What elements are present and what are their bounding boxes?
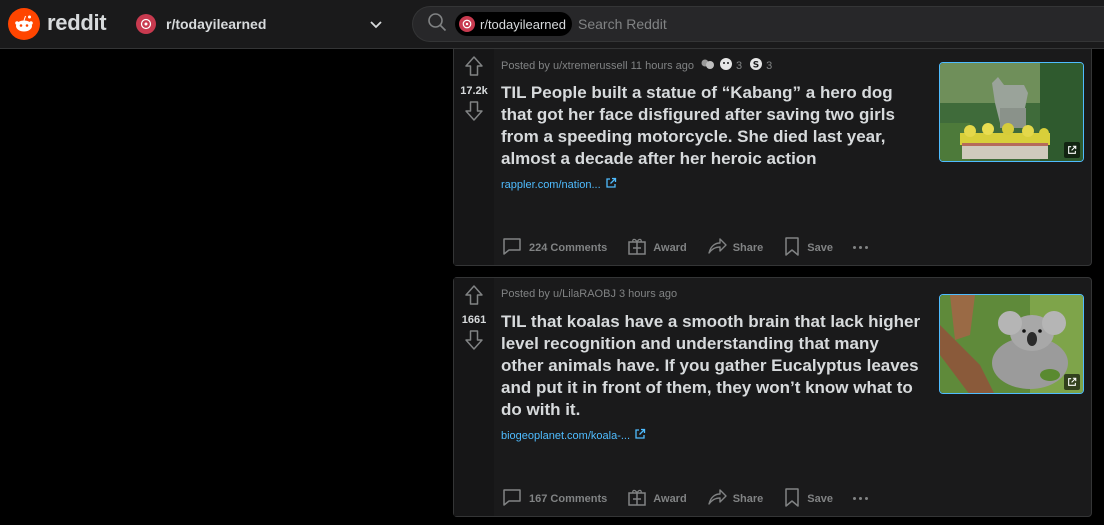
reddit-wordmark[interactable]: reddit [47, 10, 107, 36]
comments-label: 224 Comments [529, 241, 608, 254]
vote-column: 1661 [454, 278, 494, 516]
external-link-icon [1064, 142, 1080, 158]
bookmark-icon [783, 236, 801, 259]
wholesome-award-icon [719, 57, 733, 74]
community-dropdown[interactable]: r/todayilearned [128, 6, 394, 42]
search-icon [427, 12, 447, 37]
subreddit-icon [459, 16, 475, 32]
search-input[interactable] [578, 16, 978, 32]
share-label: Share [732, 492, 764, 505]
save-label: Save [807, 241, 833, 254]
awards[interactable]: 3 S 3 [700, 57, 776, 74]
post-actions: 167 Comments Award Share Save [501, 487, 868, 510]
more-options-icon[interactable] [852, 497, 868, 500]
award-button[interactable]: Award [627, 487, 687, 510]
more-options-icon[interactable] [852, 246, 868, 249]
post-meta-text[interactable]: Posted by u/xtremerussell 11 hours ago [501, 60, 694, 72]
post-link-text[interactable]: biogeoplanet.com/koala-... [501, 430, 630, 442]
helpful-award-icon [700, 57, 716, 74]
reddit-logo-icon[interactable] [8, 8, 40, 40]
subreddit-icon [136, 14, 156, 34]
share-button[interactable]: Share [707, 236, 764, 259]
comments-button[interactable]: 167 Comments [501, 487, 607, 510]
search-scope-label: r/todayilearned [480, 16, 566, 32]
award-label: Award [653, 492, 687, 505]
external-link-icon [605, 177, 617, 192]
comment-icon [501, 236, 523, 259]
share-button[interactable]: Share [707, 487, 764, 510]
downvote-icon[interactable] [464, 100, 484, 127]
top-bar: reddit r/todayilearned r/todayilearned [0, 0, 1104, 49]
external-link-icon [634, 428, 646, 443]
post-link[interactable]: rappler.com/nation... [501, 177, 617, 192]
comments-label: 167 Comments [529, 492, 608, 505]
dog-statue-thumbnail[interactable] [939, 62, 1084, 162]
save-label: Save [807, 492, 833, 505]
downvote-icon[interactable] [464, 329, 484, 356]
koala-thumbnail[interactable] [939, 294, 1084, 394]
award-count: 3 [736, 59, 743, 72]
gift-icon [627, 487, 647, 510]
save-button[interactable]: Save [783, 487, 833, 510]
post-meta: Posted by u/LilaRAOBJ 3 hours ago [501, 288, 677, 300]
award-button[interactable]: Award [627, 236, 687, 259]
vote-count: 17.2k [460, 85, 488, 97]
post-link-text[interactable]: rappler.com/nation... [501, 179, 601, 191]
post-card[interactable]: 17.2k Posted by u/xtremerussell 11 hours… [453, 49, 1092, 266]
post-meta-text[interactable]: Posted by u/LilaRAOBJ 3 hours ago [501, 288, 677, 300]
comment-icon [501, 487, 523, 510]
community-dropdown-label: r/todayilearned [166, 16, 267, 32]
external-link-icon [1064, 374, 1080, 390]
post-meta: Posted by u/xtremerussell 11 hours ago 3… [501, 57, 776, 74]
comments-button[interactable]: 224 Comments [501, 236, 607, 259]
award-count: 3 [766, 59, 773, 72]
chevron-down-icon [368, 16, 384, 37]
upvote-icon[interactable] [464, 284, 484, 311]
vote-column: 17.2k [454, 49, 494, 265]
gift-icon [627, 236, 647, 259]
save-button[interactable]: Save [783, 236, 833, 259]
upvote-icon[interactable] [464, 55, 484, 82]
post-actions: 224 Comments Award Share Save [501, 236, 868, 259]
vote-count: 1661 [461, 314, 487, 326]
award-label: Award [653, 241, 687, 254]
bookmark-icon [783, 487, 801, 510]
search-scope-chip[interactable]: r/todayilearned [455, 12, 572, 36]
share-icon [707, 236, 727, 259]
post-title[interactable]: TIL People built a statue of “Kabang” a … [501, 82, 921, 170]
svg-text:S: S [753, 61, 759, 71]
share-icon [707, 487, 727, 510]
post-title[interactable]: TIL that koalas have a smooth brain that… [501, 311, 921, 421]
post-link[interactable]: biogeoplanet.com/koala-... [501, 428, 646, 443]
share-label: Share [732, 241, 764, 254]
search-bar[interactable]: r/todayilearned [412, 6, 1104, 42]
silver-award-icon: S [749, 57, 763, 74]
post-card[interactable]: 1661 Posted by u/LilaRAOBJ 3 hours ago T… [453, 277, 1092, 517]
